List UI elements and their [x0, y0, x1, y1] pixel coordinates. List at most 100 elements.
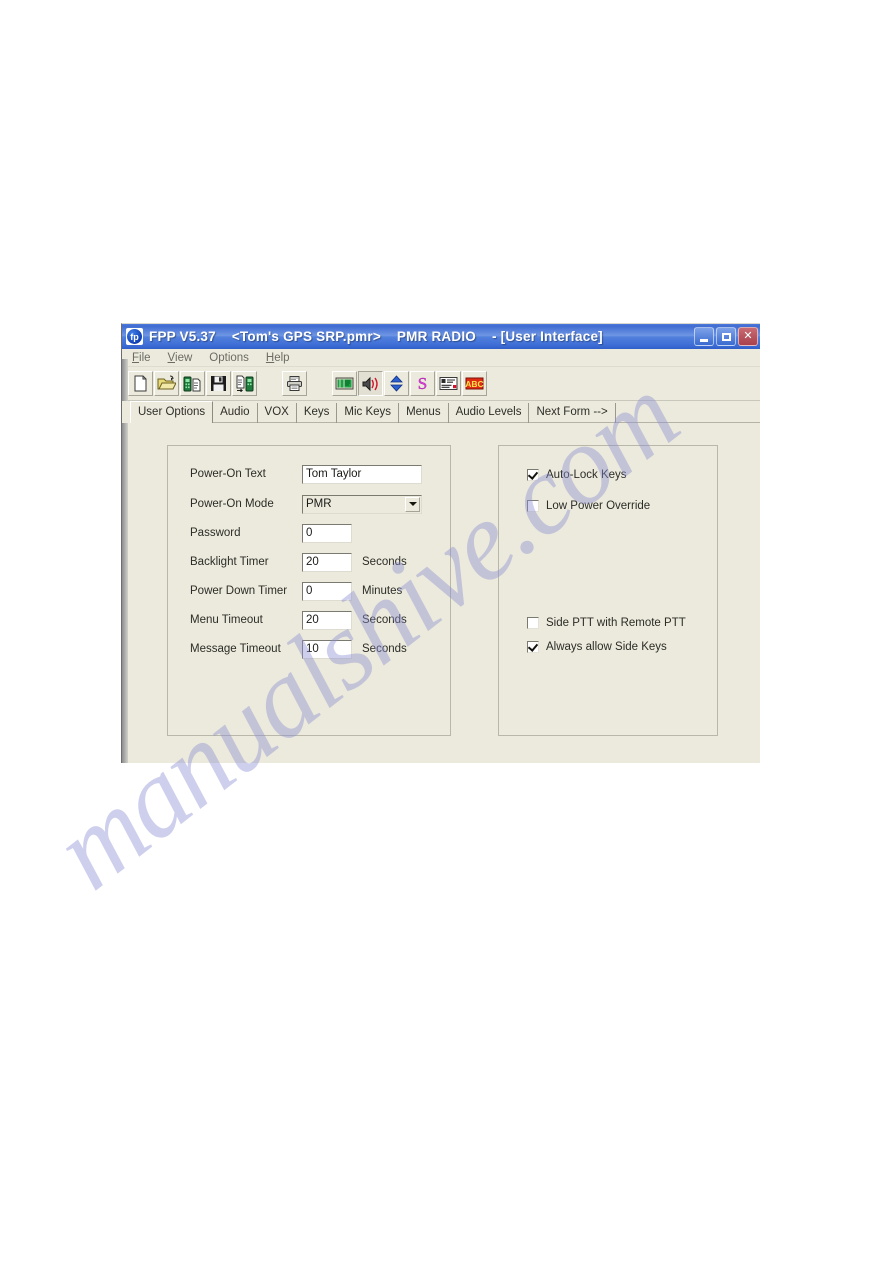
write-to-radio-button[interactable]: [232, 371, 257, 396]
label-always-allow-side-keys: Always allow Side Keys: [546, 641, 667, 653]
print-button[interactable]: [282, 371, 307, 396]
lcd-display-icon: [335, 377, 354, 390]
window-controls: ✕: [694, 327, 758, 346]
signalling-button[interactable]: S: [410, 371, 435, 396]
chevron-down-icon[interactable]: [405, 496, 420, 512]
user-options-left-panel: Power-On Text Tom Taylor Power-On Mode P…: [167, 445, 451, 736]
unit-power-down-timer: Minutes: [362, 585, 403, 597]
user-options-right-panel: Auto-Lock Keys Low Power Override Side P…: [498, 445, 718, 736]
window-title-child: - [User Interface]: [491, 329, 603, 344]
caret-glyph: [408, 502, 417, 506]
toolbar: S ABC: [122, 367, 760, 401]
minimize-icon: [700, 338, 708, 342]
menu-item-help[interactable]: Help: [266, 352, 290, 364]
tab-audio-levels[interactable]: Audio Levels: [449, 403, 530, 423]
window-title: FPP V5.37 <Tom's GPS SRP.pmr> PMR RADIO - […: [149, 329, 619, 344]
application-window: fp FPP V5.37 <Tom's GPS SRP.pmr> PMR RADIO…: [121, 323, 760, 763]
label-menu-timeout: Menu Timeout: [190, 614, 263, 626]
label-auto-lock-keys: Auto-Lock Keys: [546, 469, 627, 481]
message-timeout-input[interactable]: 10: [302, 639, 352, 659]
unit-menu-timeout: Seconds: [362, 614, 407, 626]
field-row-backlight-timer: Backlight Timer 20 Seconds: [190, 551, 407, 573]
floppy-save-icon: [211, 376, 226, 391]
abc-button[interactable]: ABC: [462, 371, 487, 396]
field-row-power-down-timer: Power Down Timer 0 Minutes: [190, 580, 402, 602]
audio-button[interactable]: [358, 371, 383, 396]
label-backlight-timer: Backlight Timer: [190, 556, 269, 568]
label-power-on-mode: Power-On Mode: [190, 498, 274, 510]
app-icon-glyph: fp: [127, 329, 142, 344]
tab-menus[interactable]: Menus: [399, 403, 449, 423]
open-file-button[interactable]: [154, 371, 179, 396]
checkbox-row-side-ptt-with-remote-ptt[interactable]: Side PTT with Remote PTT: [527, 614, 686, 632]
menu-item-options[interactable]: Options: [209, 352, 249, 364]
label-power-down-timer: Power Down Timer: [190, 585, 288, 597]
label-message-timeout: Message Timeout: [190, 643, 281, 655]
tab-keys[interactable]: Keys: [297, 403, 338, 423]
menu-timeout-input[interactable]: 20: [302, 610, 352, 630]
low-power-override-checkbox[interactable]: [527, 500, 539, 512]
backlight-timer-input[interactable]: 20: [302, 552, 352, 572]
speaker-icon: [362, 376, 378, 391]
new-document-icon: [134, 375, 147, 392]
window-title-app: FPP V5.37: [149, 329, 216, 344]
new-file-button[interactable]: [128, 371, 153, 396]
side-ptt-with-remote-ptt-checkbox[interactable]: [527, 617, 539, 629]
tab-next-form[interactable]: Next Form -->: [529, 403, 616, 423]
svg-text:ABC: ABC: [465, 379, 483, 389]
minimize-button[interactable]: [694, 327, 714, 346]
tab-audio[interactable]: Audio: [213, 403, 258, 423]
menu-bar: File View Options Help: [122, 349, 760, 367]
label-power-on-text: Power-On Text: [190, 468, 266, 480]
text-list-icon: [439, 377, 458, 390]
label-low-power-override: Low Power Override: [546, 500, 651, 512]
title-bar[interactable]: fp FPP V5.37 <Tom's GPS SRP.pmr> PMR RADIO…: [122, 324, 760, 349]
password-input[interactable]: 0: [302, 523, 352, 543]
svg-text:S: S: [418, 375, 427, 392]
radio-app-icon: fp: [126, 328, 143, 345]
tab-mic-keys[interactable]: Mic Keys: [337, 403, 400, 423]
close-button[interactable]: ✕: [738, 327, 758, 346]
power-on-mode-value: PMR: [306, 498, 332, 510]
close-icon: ✕: [743, 330, 753, 342]
label-side-ptt-with-remote-ptt: Side PTT with Remote PTT: [546, 617, 686, 629]
printer-icon: [287, 376, 302, 391]
tab-vox[interactable]: VOX: [258, 403, 297, 423]
toolbar-group-file: [128, 371, 258, 396]
field-row-menu-timeout: Menu Timeout 20 Seconds: [190, 609, 407, 631]
read-from-radio-button[interactable]: [180, 371, 205, 396]
file-to-radio-icon: [236, 375, 254, 392]
tab-user-options[interactable]: User Options: [130, 401, 214, 423]
up-down-arrow-icon: [390, 375, 403, 392]
letter-s-icon: S: [418, 375, 428, 392]
power-down-timer-input[interactable]: 0: [302, 581, 352, 601]
menu-item-file[interactable]: File: [132, 352, 151, 364]
open-folder-icon: [157, 375, 176, 390]
menu-item-view[interactable]: View: [168, 352, 193, 364]
abc-icon: ABC: [465, 377, 484, 390]
radio-to-file-icon: [183, 376, 201, 392]
field-row-password: Password 0: [190, 522, 352, 544]
checkbox-row-always-allow-side-keys[interactable]: Always allow Side Keys: [527, 638, 667, 656]
power-on-mode-select[interactable]: PMR: [302, 494, 422, 514]
checkbox-row-auto-lock-keys[interactable]: Auto-Lock Keys: [527, 466, 627, 484]
always-allow-side-keys-checkbox[interactable]: [527, 641, 539, 653]
checkbox-row-low-power-override[interactable]: Low Power Override: [527, 497, 650, 515]
toolbar-group-forms: S ABC: [332, 371, 488, 396]
window-title-document: <Tom's GPS SRP.pmr>: [231, 329, 381, 344]
field-row-power-on-text: Power-On Text Tom Taylor: [190, 463, 422, 485]
window-title-radio: PMR RADIO: [396, 329, 476, 344]
updown-button[interactable]: [384, 371, 409, 396]
text-list-button[interactable]: [436, 371, 461, 396]
save-file-button[interactable]: [206, 371, 231, 396]
auto-lock-keys-checkbox[interactable]: [527, 469, 539, 481]
display-button[interactable]: [332, 371, 357, 396]
power-on-text-input[interactable]: Tom Taylor: [302, 464, 422, 484]
page-canvas: fp FPP V5.37 <Tom's GPS SRP.pmr> PMR RADIO…: [0, 0, 893, 1263]
unit-backlight-timer: Seconds: [362, 556, 407, 568]
tab-strip: User Options Audio VOX Keys Mic Keys Men…: [122, 401, 760, 423]
field-row-power-on-mode: Power-On Mode PMR: [190, 493, 422, 515]
tab-content-user-options: Power-On Text Tom Taylor Power-On Mode P…: [122, 423, 760, 761]
maximize-button[interactable]: [716, 327, 736, 346]
maximize-icon: [721, 332, 731, 341]
